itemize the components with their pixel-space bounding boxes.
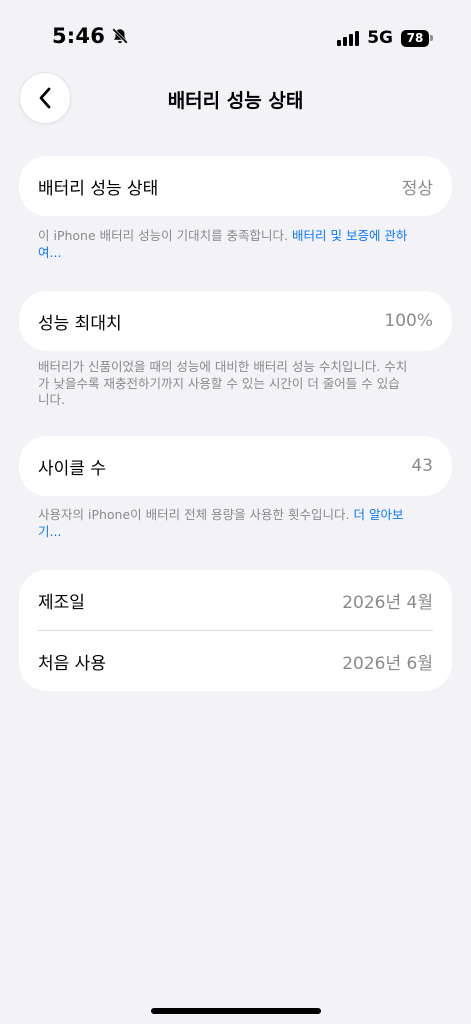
- battery-health-footnote-text: 이 iPhone 배터리 성능이 기대치를 충족합니다.: [38, 228, 293, 243]
- status-time: 5:46: [52, 24, 129, 48]
- battery-level: 78: [401, 29, 429, 47]
- maximum-capacity-footnote-text: 배터리가 신품이었을 때의 성능에 대비한 배터리 성능 수치입니다. 수치가 …: [38, 359, 408, 407]
- cycle-count-row: 사이클 수 43: [19, 436, 452, 496]
- maximum-capacity-label: 성능 최대치: [38, 313, 122, 334]
- page-title: 배터리 성능 상태: [167, 90, 304, 112]
- status-indicators: 5G 78: [337, 28, 433, 48]
- time-text: 5:46: [52, 24, 106, 48]
- manufacture-date-row: 제조일 2026년 4월: [19, 570, 452, 630]
- manufacture-date-label: 제조일: [38, 592, 85, 613]
- first-use-label: 처음 사용: [38, 653, 106, 674]
- cycle-count-footnote: 사용자의 iPhone이 배터리 전체 용량을 사용한 횟수입니다. 더 알아보…: [38, 507, 408, 540]
- maximum-capacity-row: 성능 최대치 100%: [19, 291, 452, 351]
- cycle-count-footnote-text: 사용자의 iPhone이 배터리 전체 용량을 사용한 횟수입니다.: [38, 507, 354, 522]
- battery-health-card: 배터리 성능 상태 정상: [19, 156, 452, 216]
- battery-health-value: 정상: [401, 178, 433, 199]
- cycle-count-value: 43: [411, 456, 433, 476]
- navigation-bar: 배터리 성능 상태: [0, 72, 471, 126]
- first-use-row: 처음 사용 2026년 6월: [19, 631, 452, 691]
- cycle-count-card: 사이클 수 43: [19, 436, 452, 496]
- bell-slash-icon: [112, 28, 128, 44]
- status-bar: 5:46 5G 78: [0, 0, 471, 72]
- cycle-count-label: 사이클 수: [38, 458, 106, 479]
- maximum-capacity-value: 100%: [384, 311, 433, 331]
- battery-health-row: 배터리 성능 상태 정상: [19, 156, 452, 216]
- maximum-capacity-card: 성능 최대치 100%: [19, 291, 452, 351]
- cellular-signal-icon: [337, 30, 360, 46]
- manufacture-date-value: 2026년 4월: [342, 592, 433, 613]
- maximum-capacity-footnote: 배터리가 신품이었을 때의 성능에 대비한 배터리 성능 수치입니다. 수치가 …: [38, 359, 408, 409]
- first-use-value: 2026년 6월: [342, 653, 433, 674]
- battery-health-footnote: 이 iPhone 배터리 성능이 기대치를 충족합니다. 배터리 및 보증에 관…: [38, 228, 408, 261]
- dates-card: 제조일 2026년 4월 처음 사용 2026년 6월: [19, 570, 452, 691]
- home-indicator[interactable]: [151, 1008, 321, 1014]
- battery-health-label: 배터리 성능 상태: [38, 178, 159, 199]
- network-type: 5G: [367, 28, 393, 48]
- battery-icon: 78: [401, 29, 433, 47]
